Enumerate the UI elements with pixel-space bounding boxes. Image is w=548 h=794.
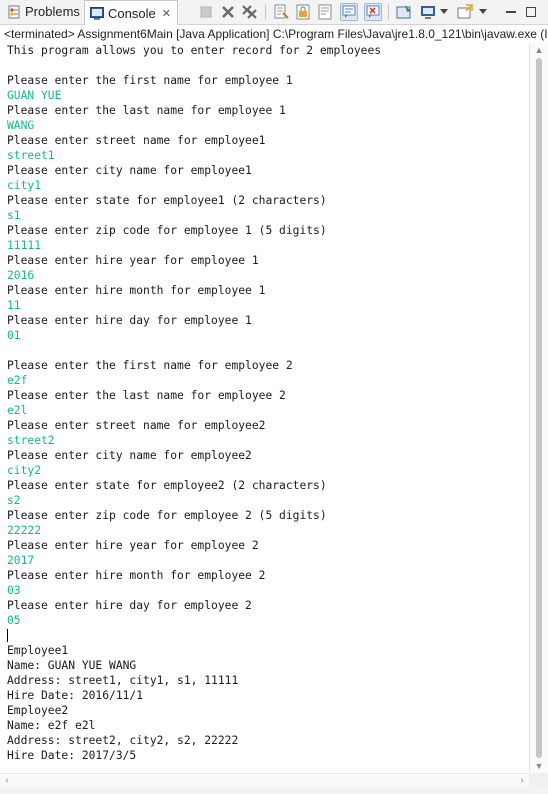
console-output-line: Please enter state for employee2 (2 char…: [7, 479, 327, 492]
vertical-scrollbar[interactable]: ▲ ▼: [529, 43, 548, 773]
console-output-line: Please enter hire year for employee 1: [7, 254, 259, 267]
toolbar-separator: [265, 4, 266, 20]
console-output-line: Please enter hire month for employee 1: [7, 284, 266, 297]
close-icon[interactable]: ✕: [162, 7, 171, 20]
console-output-line: Employee1: [7, 644, 69, 657]
console-output-line: Please enter street name for employee1: [7, 134, 266, 147]
console-output-line: Hire Date: 2017/3/5: [7, 749, 137, 762]
console-input-line: 2017: [7, 554, 35, 567]
view-tab-bar: Problems Console ✕: [0, 0, 548, 25]
console-output-line: Address: street1, city1, s1, 11111: [7, 674, 239, 687]
console-input-line: street1: [7, 149, 55, 162]
display-selected-console-icon[interactable]: [419, 3, 437, 21]
console-output-line: Please enter hire month for employee 2: [7, 569, 266, 582]
console-output-line: Please enter hire year for employee 2: [7, 539, 259, 552]
console-input-line: city2: [7, 464, 42, 477]
word-wrap-icon[interactable]: [316, 3, 334, 21]
console-output-line: Hire Date: 2016/11/1: [7, 689, 144, 702]
scroll-down-icon[interactable]: ▼: [530, 759, 548, 773]
open-console-icon[interactable]: [456, 3, 474, 21]
console-output-line: Please enter state for employee1 (2 char…: [7, 194, 327, 207]
console-input-line: street2: [7, 434, 55, 447]
chevron-down-icon[interactable]: [477, 3, 489, 21]
console-output-line: Please enter city name for employee1: [7, 164, 252, 177]
console-input-line: s1: [7, 209, 21, 222]
console-input-line: city1: [7, 179, 42, 192]
console-input-line: 2016: [7, 269, 35, 282]
problems-icon: [6, 4, 22, 20]
terminate-icon[interactable]: [197, 3, 215, 21]
console-input-line: GUAN YUE: [7, 89, 62, 102]
console-output-line: Please enter zip code for employee 2 (5 …: [7, 509, 327, 522]
console-output-line: Please enter city name for employee2: [7, 449, 252, 462]
pin-console-icon[interactable]: [395, 3, 413, 21]
console-input-line: e2l: [7, 404, 28, 417]
show-on-stderr-icon[interactable]: [364, 3, 382, 21]
console-output-line: Name: GUAN YUE WANG: [7, 659, 137, 672]
launch-description: <terminated> Assignment6Main [Java Appli…: [4, 27, 548, 41]
console-output-line: Please enter hire day for employee 1: [7, 314, 252, 327]
console-input-line: 11111: [7, 239, 42, 252]
console-input-line: 03: [7, 584, 21, 597]
console-input-line: 01: [7, 329, 21, 342]
console-output-line: Please enter zip code for employee 1 (5 …: [7, 224, 327, 237]
scrollbar-thumb[interactable]: [536, 58, 542, 758]
scrollbar-corner: [529, 773, 548, 787]
console-output-line: Please enter hire day for employee 2: [7, 599, 252, 612]
console-icon: [89, 5, 105, 21]
maximize-icon[interactable]: [522, 3, 540, 21]
console-input-line: 22222: [7, 524, 42, 537]
tab-console-label: Console: [108, 5, 156, 21]
chevron-down-icon[interactable]: [438, 3, 450, 21]
tab-problems[interactable]: Problems: [2, 0, 82, 23]
scroll-up-icon[interactable]: ▲: [530, 43, 548, 57]
remove-all-terminated-icon[interactable]: [241, 3, 259, 21]
show-on-stdout-icon[interactable]: [340, 3, 358, 21]
console-output[interactable]: This program allows you to enter record …: [0, 43, 529, 773]
console-input-line: WANG: [7, 119, 35, 132]
console-input-line: e2f: [7, 374, 28, 387]
console-output-line: Please enter the first name for employee…: [7, 74, 293, 87]
console-output-line: [0, 628, 529, 643]
minimize-icon[interactable]: [502, 3, 520, 21]
toolbar-separator: [388, 4, 389, 20]
scroll-left-icon[interactable]: ‹: [0, 774, 14, 787]
console-output-line: Please enter the last name for employee …: [7, 104, 286, 117]
clear-console-icon[interactable]: [272, 3, 290, 21]
console-output-line: Name: e2f e2l: [7, 719, 96, 732]
scroll-right-icon[interactable]: ›: [515, 774, 529, 787]
tab-console[interactable]: Console ✕: [84, 0, 178, 25]
console-output-line: Address: street2, city2, s2, 22222: [7, 734, 239, 747]
console-output-line: Please enter the first name for employee…: [7, 359, 293, 372]
console-input-line: 05: [7, 614, 21, 627]
window-bottom-edge: [0, 787, 548, 794]
console-input-line: s2: [7, 494, 21, 507]
scroll-lock-icon[interactable]: [294, 3, 312, 21]
console-output-line: Employee2: [7, 704, 69, 717]
horizontal-scrollbar[interactable]: ‹ ›: [0, 773, 529, 787]
console-output-line: Please enter street name for employee2: [7, 419, 266, 432]
console-output-line: Please enter the last name for employee …: [7, 389, 286, 402]
remove-launch-icon[interactable]: [219, 3, 237, 21]
text-cursor: [7, 629, 8, 642]
console-input-line: 11: [7, 299, 21, 312]
tab-problems-label: Problems: [25, 4, 80, 19]
console-output-line: This program allows you to enter record …: [7, 44, 382, 57]
